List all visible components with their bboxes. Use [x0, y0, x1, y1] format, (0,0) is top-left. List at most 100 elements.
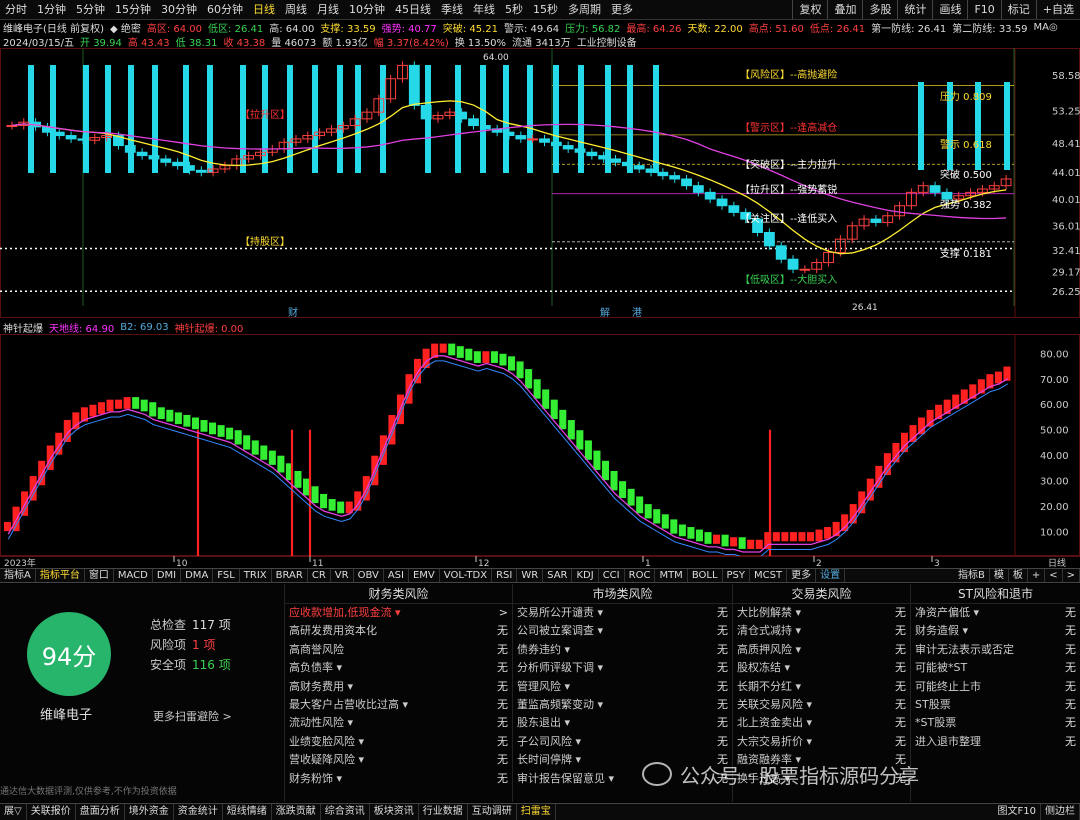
period-item-0[interactable]: 分时: [0, 0, 32, 19]
bottom-tab-2[interactable]: 盘面分析: [76, 804, 125, 820]
indicator-tab-9[interactable]: CR: [308, 569, 331, 582]
bottom-tab-6[interactable]: 涨跌贡献: [272, 804, 321, 820]
indicator-tab-11[interactable]: OBV: [354, 569, 384, 582]
bottom-tab-9[interactable]: 行业数据: [419, 804, 468, 820]
indicator-tab-18[interactable]: KDJ: [572, 569, 599, 582]
bottom-tab-5[interactable]: 短线情绪: [223, 804, 272, 820]
toolbar-button-6[interactable]: 标记: [1000, 0, 1036, 19]
risk-row[interactable]: 长期不分红 ▾ 无: [733, 678, 910, 696]
indicator-right-tab-2[interactable]: 板: [1009, 569, 1028, 582]
indicator-right-tab-1[interactable]: 模: [990, 569, 1009, 582]
risk-row[interactable]: 业绩变脸风险 ▾ 无: [285, 733, 512, 751]
indicator-tab-15[interactable]: RSI: [492, 569, 518, 582]
toolbar-button-2[interactable]: 多股: [862, 0, 897, 19]
indicator-tab-22[interactable]: BOLL: [688, 569, 723, 582]
risk-row[interactable]: 北上资金卖出 ▾ 无: [733, 714, 910, 732]
indicator-tab-7[interactable]: TRIX: [240, 569, 272, 582]
indicator-tab-14[interactable]: VOL-TDX: [440, 569, 493, 582]
more-scan-link[interactable]: 更多扫雷避险 >: [153, 708, 232, 724]
period-item-12[interactable]: 年线: [468, 0, 500, 19]
indicator-tab-1[interactable]: 指标平台: [36, 569, 85, 582]
indicator-tab-26[interactable]: 设置: [816, 569, 846, 582]
risk-row[interactable]: 董监高频繁变动 ▾ 无: [513, 696, 732, 714]
risk-row[interactable]: 大宗交易折价 ▾ 无: [733, 733, 910, 751]
risk-row[interactable]: 可能终止上市 无: [911, 678, 1080, 696]
indicator-tab-19[interactable]: CCI: [599, 569, 625, 582]
bottom-right-tab-1[interactable]: 侧边栏: [1041, 804, 1080, 820]
bottom-tab-10[interactable]: 互动调研: [468, 804, 517, 820]
bottom-tab-8[interactable]: 板块资讯: [370, 804, 419, 820]
risk-row[interactable]: 财务造假 ▾ 无: [911, 622, 1080, 640]
period-item-5[interactable]: 60分钟: [202, 0, 248, 19]
indicator-right-tab-5[interactable]: >: [1063, 569, 1080, 582]
toolbar-button-0[interactable]: 复权: [792, 0, 827, 19]
period-item-11[interactable]: 季线: [436, 0, 468, 19]
toolbar-button-4[interactable]: 画线: [932, 0, 967, 19]
indicator-tab-4[interactable]: DMI: [153, 569, 182, 582]
bottom-tab-4[interactable]: 资金统计: [174, 804, 223, 820]
indicator-tab-13[interactable]: EMV: [409, 569, 440, 582]
risk-row[interactable]: 流动性风险 ▾ 无: [285, 714, 512, 732]
risk-row[interactable]: 债券违约 ▾ 无: [513, 641, 732, 659]
period-item-1[interactable]: 1分钟: [32, 0, 71, 19]
period-item-14[interactable]: 15秒: [528, 0, 563, 19]
indicator-tab-20[interactable]: ROC: [625, 569, 656, 582]
bottom-tab-3[interactable]: 境外资金: [125, 804, 174, 820]
indicator-tab-23[interactable]: PSY: [723, 569, 751, 582]
risk-row[interactable]: 进入退市整理 无: [911, 733, 1080, 751]
indicator-right-tab-4[interactable]: <: [1045, 569, 1063, 582]
risk-row[interactable]: 分析师评级下调 ▾ 无: [513, 659, 732, 677]
indicator-tab-5[interactable]: DMA: [181, 569, 214, 582]
risk-row[interactable]: 股东退出 ▾ 无: [513, 714, 732, 732]
indicator-tab-10[interactable]: VR: [331, 569, 354, 582]
indicator-tab-24[interactable]: MCST: [750, 569, 788, 582]
indicator-tab-16[interactable]: WR: [517, 569, 544, 582]
sub-indicator-chart[interactable]: 80.00 70.00 60.00 50.00 40.00 30.00 20.00 10.00: [0, 334, 1080, 556]
bottom-tab-11[interactable]: 扫雷宝: [517, 804, 556, 820]
toolbar-button-5[interactable]: F10: [967, 0, 1000, 19]
risk-row[interactable]: 管理风险 ▾ 无: [513, 678, 732, 696]
risk-row[interactable]: 高财务费用 ▾ 无: [285, 678, 512, 696]
toolbar-button-3[interactable]: 统计: [897, 0, 932, 19]
indicator-tab-25[interactable]: 更多: [787, 569, 817, 582]
bottom-right-tab-0[interactable]: 图文F10: [994, 804, 1041, 820]
indicator-tab-2[interactable]: 窗口: [85, 569, 114, 582]
indicator-tab-21[interactable]: MTM: [655, 569, 688, 582]
risk-row[interactable]: *ST股票 无: [911, 714, 1080, 732]
indicator-right-tab-3[interactable]: +: [1028, 569, 1046, 582]
bottom-tab-1[interactable]: 关联报价: [27, 804, 76, 820]
indicator-tab-0[interactable]: 指标A: [0, 569, 36, 582]
toolbar-button-1[interactable]: 叠加: [827, 0, 862, 19]
risk-row[interactable]: 交易所公开谴责 ▾ 无: [513, 604, 732, 622]
indicator-tab-3[interactable]: MACD: [114, 569, 153, 582]
risk-row[interactable]: ST股票 无: [911, 696, 1080, 714]
risk-row[interactable]: 子公司风险 ▾ 无: [513, 733, 732, 751]
risk-row[interactable]: 应收款增加,低现金流 ▾ >: [285, 604, 512, 622]
risk-row[interactable]: 可能被*ST 无: [911, 659, 1080, 677]
risk-row[interactable]: 高研发费用资本化 无: [285, 622, 512, 640]
period-item-3[interactable]: 15分钟: [110, 0, 156, 19]
indicator-tab-6[interactable]: FSL: [213, 569, 240, 582]
risk-row[interactable]: 营收疑降风险 ▾ 无: [285, 751, 512, 769]
period-item-7[interactable]: 周线: [280, 0, 312, 19]
indicator-tab-8[interactable]: BRAR: [272, 569, 308, 582]
period-item-4[interactable]: 30分钟: [156, 0, 202, 19]
period-item-6[interactable]: 日线: [248, 0, 280, 19]
indicator-right-tab-0[interactable]: 指标B: [954, 569, 990, 582]
risk-row[interactable]: 大比例解禁 ▾ 无: [733, 604, 910, 622]
toolbar-button-7[interactable]: +自选: [1035, 0, 1080, 19]
period-item-8[interactable]: 月线: [312, 0, 344, 19]
indicator-tab-12[interactable]: ASI: [384, 569, 409, 582]
risk-row[interactable]: 高负债率 ▾ 无: [285, 659, 512, 677]
risk-row[interactable]: 关联交易风险 ▾ 无: [733, 696, 910, 714]
risk-row[interactable]: 清仓式减持 ▾ 无: [733, 622, 910, 640]
bottom-tab-7[interactable]: 综合资讯: [321, 804, 370, 820]
period-item-15[interactable]: 多周期: [563, 0, 606, 19]
risk-row[interactable]: 最大客户占营收比过高 ▾ 无: [285, 696, 512, 714]
period-item-16[interactable]: 更多: [606, 0, 638, 19]
period-item-10[interactable]: 45日线: [390, 0, 436, 19]
risk-row[interactable]: 财务粉饰 ▾ 无: [285, 770, 512, 788]
main-kline-chart[interactable]: 58.58 53.25 48.41 44.01 40.01 36.01 32.41 29.17…: [0, 48, 1080, 318]
indicator-tab-17[interactable]: SAR: [543, 569, 573, 582]
period-item-9[interactable]: 10分钟: [344, 0, 390, 19]
